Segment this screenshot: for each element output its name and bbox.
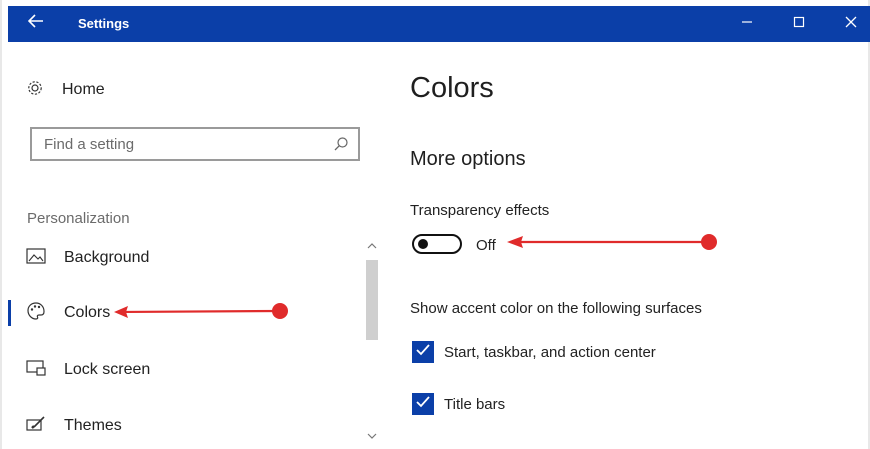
sidebar-item-colors[interactable]: Colors [26,300,110,326]
scroll-thumb[interactable] [366,260,378,340]
scroll-down-button[interactable] [364,428,380,444]
window-title: Settings [78,16,130,31]
search-icon[interactable] [332,135,350,158]
lock-screen-icon [26,359,46,381]
section-heading-personalization: Personalization [27,210,130,227]
transparency-label: Transparency effects [410,202,550,219]
sidebar-item-label: Themes [64,417,122,434]
checkbox-label: Start, taskbar, and action center [444,343,656,361]
sidebar-item-background[interactable]: Background [26,245,149,271]
checkmark-icon [415,395,431,414]
minimize-icon [741,15,753,33]
minimize-button[interactable] [724,6,770,42]
transparency-toggle[interactable] [412,234,462,254]
palette-icon [26,301,46,326]
page-title: Colors [410,72,494,104]
checkbox-label: Title bars [444,395,506,413]
home-label: Home [62,81,105,98]
sidebar-item-label: Lock screen [64,361,151,378]
section-subtitle: More options [410,148,526,170]
scroll-up-button[interactable] [364,238,380,254]
maximize-icon [793,15,805,33]
chevron-down-icon [367,427,377,445]
sidebar-scrollbar[interactable] [364,238,380,448]
selected-indicator [8,300,11,326]
search-box [30,127,360,161]
sidebar-item-lock-screen[interactable]: Lock screen [26,357,150,383]
back-arrow-icon [27,13,44,33]
checkbox-checked[interactable] [412,393,434,415]
sidebar-item-home[interactable]: Home [26,78,105,102]
sidebar: Home Personalization Background [8,42,394,447]
close-icon [845,15,857,33]
maximize-button[interactable] [776,6,822,42]
back-button[interactable] [26,13,46,33]
gear-icon [26,79,44,102]
checkbox-title-bars[interactable]: Title bars [412,392,505,416]
brush-icon [26,415,46,438]
checkbox-start-taskbar[interactable]: Start, taskbar, and action center [412,340,656,364]
annotation-arrow-transparency [507,234,717,250]
checkmark-icon [415,343,431,362]
search-input[interactable] [42,134,326,154]
title-bar: Settings [8,6,870,42]
sidebar-item-themes[interactable]: Themes [26,413,122,439]
annotation-arrow-colors [114,303,288,319]
chevron-up-icon [367,237,377,255]
accent-surfaces-label: Show accent color on the following surfa… [410,300,702,317]
close-button[interactable] [828,6,870,42]
sidebar-item-label: Background [64,249,150,266]
toggle-state-label: Off [476,237,496,254]
image-icon [26,247,46,269]
toggle-knob [418,239,428,249]
checkbox-checked[interactable] [412,341,434,363]
sidebar-item-label: Colors [64,304,111,321]
